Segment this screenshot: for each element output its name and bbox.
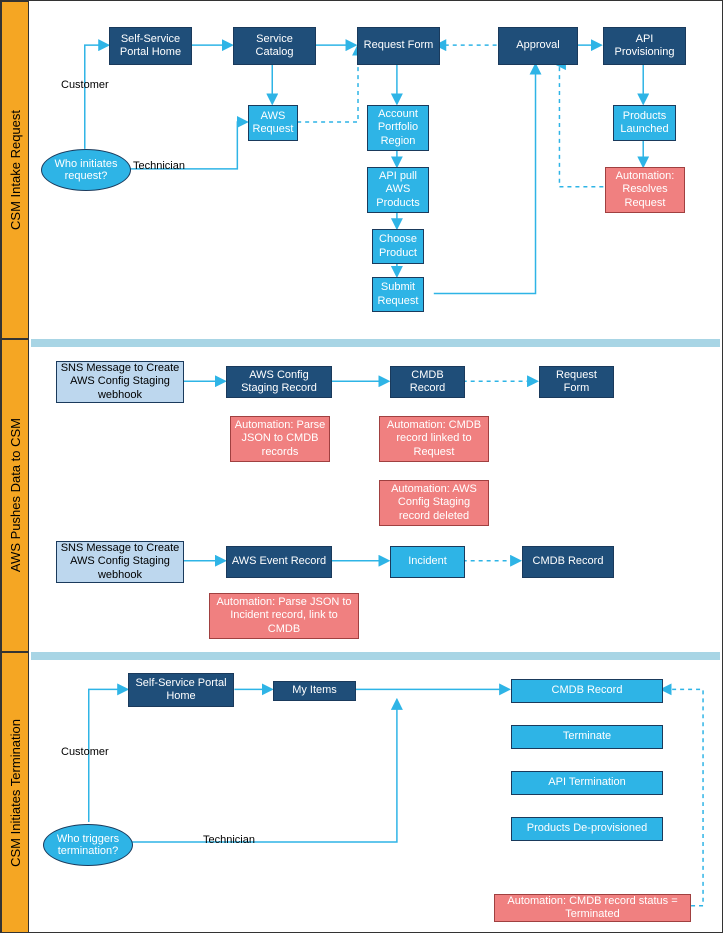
node-cmdb-2: CMDB Record <box>522 546 614 578</box>
node-my-items: My Items <box>273 681 356 701</box>
node-aws-request: AWS Request <box>248 105 298 141</box>
separator-1 <box>31 339 720 347</box>
decision-triggers-termination: Who triggers termination? <box>43 824 133 866</box>
lane-term-label: CSM Initiates Termination <box>8 719 23 867</box>
node-staging-record: AWS Config Staging Record <box>226 366 332 398</box>
node-auto-link-request: Automation: CMDB record linked to Reques… <box>379 416 489 462</box>
lane-intake-label: CSM Intake Request <box>8 110 23 230</box>
node-approval: Approval <box>498 27 578 65</box>
node-sns-1: SNS Message to Create AWS Config Staging… <box>56 361 184 403</box>
node-request-form-2: Request Form <box>539 366 614 398</box>
flowchart-canvas: CSM Intake Request AWS Pushes Data to CS… <box>0 0 723 933</box>
node-event-record: AWS Event Record <box>226 546 332 578</box>
node-api-pull: API pull AWS Products <box>367 167 429 213</box>
separator-2 <box>31 652 720 660</box>
decision-initiates-request: Who initiates request? <box>41 149 131 191</box>
lane-term: CSM Initiates Termination <box>1 652 29 933</box>
lane-push: AWS Pushes Data to CSM <box>1 339 29 652</box>
node-portal-home-2: Self-Service Portal Home <box>128 673 234 707</box>
node-incident: Incident <box>390 546 465 578</box>
label-customer-1: Customer <box>61 79 109 91</box>
node-auto-parse-cmdb: Automation: Parse JSON to CMDB records <box>230 416 330 462</box>
node-choose-product: Choose Product <box>372 229 424 264</box>
node-cmdb-1: CMDB Record <box>390 366 465 398</box>
node-submit-request: Submit Request <box>372 277 424 312</box>
node-products-launched: Products Launched <box>613 105 676 141</box>
label-customer-2: Customer <box>61 746 109 758</box>
lane-intake: CSM Intake Request <box>1 1 29 339</box>
node-service-catalog: Service Catalog <box>233 27 316 65</box>
node-cmdb-3: CMDB Record <box>511 679 663 703</box>
node-automation-resolves: Automation: Resolves Request <box>605 167 685 213</box>
node-deprovisioned: Products De-provisioned <box>511 817 663 841</box>
node-terminate: Terminate <box>511 725 663 749</box>
node-auto-incident: Automation: Parse JSON to Incident recor… <box>209 593 359 639</box>
node-api-termination: API Termination <box>511 771 663 795</box>
node-account-region: Account Portfolio Region <box>367 105 429 151</box>
node-auto-delete-staging: Automation: AWS Config Staging record de… <box>379 480 489 526</box>
node-api-provisioning: API Provisioning <box>603 27 686 65</box>
lane-push-label: AWS Pushes Data to CSM <box>8 418 23 572</box>
node-auto-terminated: Automation: CMDB record status = Termina… <box>494 894 691 922</box>
node-sns-2: SNS Message to Create AWS Config Staging… <box>56 541 184 583</box>
label-technician-1: Technician <box>133 160 185 172</box>
node-portal-home-1: Self-Service Portal Home <box>109 27 192 65</box>
label-technician-2: Technician <box>203 834 255 846</box>
node-request-form-1: Request Form <box>357 27 440 65</box>
